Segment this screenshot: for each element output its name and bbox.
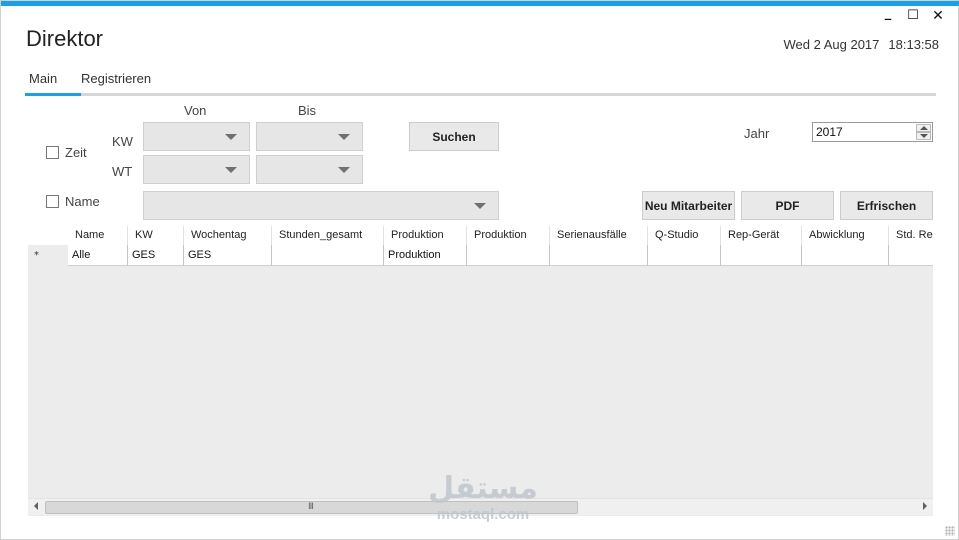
column-header-abwicklung[interactable]: Abwicklung xyxy=(802,226,889,245)
scrollbar-grip: III xyxy=(308,502,314,512)
table-cell[interactable]: GES xyxy=(128,245,184,266)
tab-main[interactable]: Main xyxy=(25,71,61,86)
name-dropdown[interactable] xyxy=(143,191,499,220)
table-cell[interactable] xyxy=(648,245,721,266)
bis-label: Bis xyxy=(298,103,317,118)
spin-up-icon[interactable] xyxy=(916,124,931,132)
watermark-logo: مستقل xyxy=(428,471,538,506)
jahr-spinner[interactable]: 2017 xyxy=(812,122,933,142)
chevron-down-icon xyxy=(225,166,237,173)
table-cell[interactable]: Produktion xyxy=(384,245,467,266)
table-cell[interactable] xyxy=(721,245,802,266)
table-cell[interactable] xyxy=(889,245,933,266)
minimize-icon[interactable]: _ xyxy=(880,6,896,21)
scroll-right-icon[interactable] xyxy=(923,502,927,510)
page-title: Direktor xyxy=(26,26,104,51)
chevron-down-icon xyxy=(338,166,350,173)
grid-header: Name KW Wochentag Stunden_gesamt Produkt… xyxy=(28,226,933,245)
kw-label: KW xyxy=(112,134,133,149)
name-checkbox[interactable] xyxy=(46,195,59,208)
column-header-produktion-2[interactable]: Produktion xyxy=(467,226,550,245)
jahr-label: Jahr xyxy=(744,126,770,141)
table-cell[interactable]: Alle xyxy=(68,245,128,266)
window-accent-bar xyxy=(1,1,959,6)
kw-bis-dropdown[interactable] xyxy=(256,122,363,151)
column-header-std-re[interactable]: Std. Re xyxy=(889,226,933,245)
spin-down-icon[interactable] xyxy=(916,132,931,140)
chevron-down-icon xyxy=(338,133,350,140)
clock: Wed 2 Aug 2017 18:13:58 xyxy=(783,37,939,52)
table-cell[interactable] xyxy=(272,245,384,266)
jahr-value: 2017 xyxy=(816,125,843,139)
neu-mitarbeiter-button[interactable]: Neu Mitarbeiter xyxy=(642,191,735,220)
chevron-down-icon xyxy=(225,133,237,140)
table-cell[interactable] xyxy=(467,245,550,266)
pdf-button[interactable]: PDF xyxy=(741,191,834,220)
wt-von-dropdown[interactable] xyxy=(143,155,250,184)
close-icon[interactable]: ✕ xyxy=(930,8,946,24)
column-header-produktion[interactable]: Produktion xyxy=(384,226,467,245)
tab-divider xyxy=(81,93,936,96)
column-header-name[interactable]: Name xyxy=(68,226,128,245)
chevron-down-icon xyxy=(474,202,486,209)
erfrischen-button[interactable]: Erfrischen xyxy=(840,191,933,220)
clock-date: Wed 2 Aug 2017 xyxy=(783,37,880,52)
active-tab-indicator xyxy=(25,93,81,96)
zeit-label: Zeit xyxy=(65,145,87,160)
column-header-serienausfaelle[interactable]: Serienausfälle xyxy=(550,226,648,245)
table-cell[interactable] xyxy=(802,245,889,266)
column-header-rep-geraet[interactable]: Rep-Gerät xyxy=(721,226,802,245)
watermark-text: mostaql.com xyxy=(436,506,530,523)
table-cell[interactable] xyxy=(550,245,648,266)
column-header-wochentag[interactable]: Wochentag xyxy=(184,226,272,245)
name-label: Name xyxy=(65,194,100,209)
maximize-icon[interactable]: ☐ xyxy=(905,8,921,23)
wt-label: WT xyxy=(112,164,133,179)
wt-bis-dropdown[interactable] xyxy=(256,155,363,184)
von-label: Von xyxy=(184,103,207,118)
column-header-kw[interactable]: KW xyxy=(128,226,184,245)
table-row[interactable]: Alle GES GES Produktion xyxy=(68,245,933,266)
column-header-q-studio[interactable]: Q-Studio xyxy=(648,226,721,245)
app-window: Direktor _ ☐ ✕ Wed 2 Aug 2017 18:13:58 Ma… xyxy=(0,0,959,540)
zeit-checkbox[interactable] xyxy=(46,146,59,159)
kw-von-dropdown[interactable] xyxy=(143,122,250,151)
watermark: مستقل mostaql.com xyxy=(423,471,543,523)
tab-registrieren[interactable]: Registrieren xyxy=(77,71,155,86)
resize-grip-icon[interactable] xyxy=(945,526,955,536)
scroll-left-icon[interactable] xyxy=(34,502,38,510)
suchen-button[interactable]: Suchen xyxy=(409,122,499,151)
table-cell[interactable]: GES xyxy=(184,245,272,266)
clock-time: 18:13:58 xyxy=(888,37,939,52)
column-header-stunden-gesamt[interactable]: Stunden_gesamt xyxy=(272,226,384,245)
new-row-marker: * xyxy=(34,250,39,261)
